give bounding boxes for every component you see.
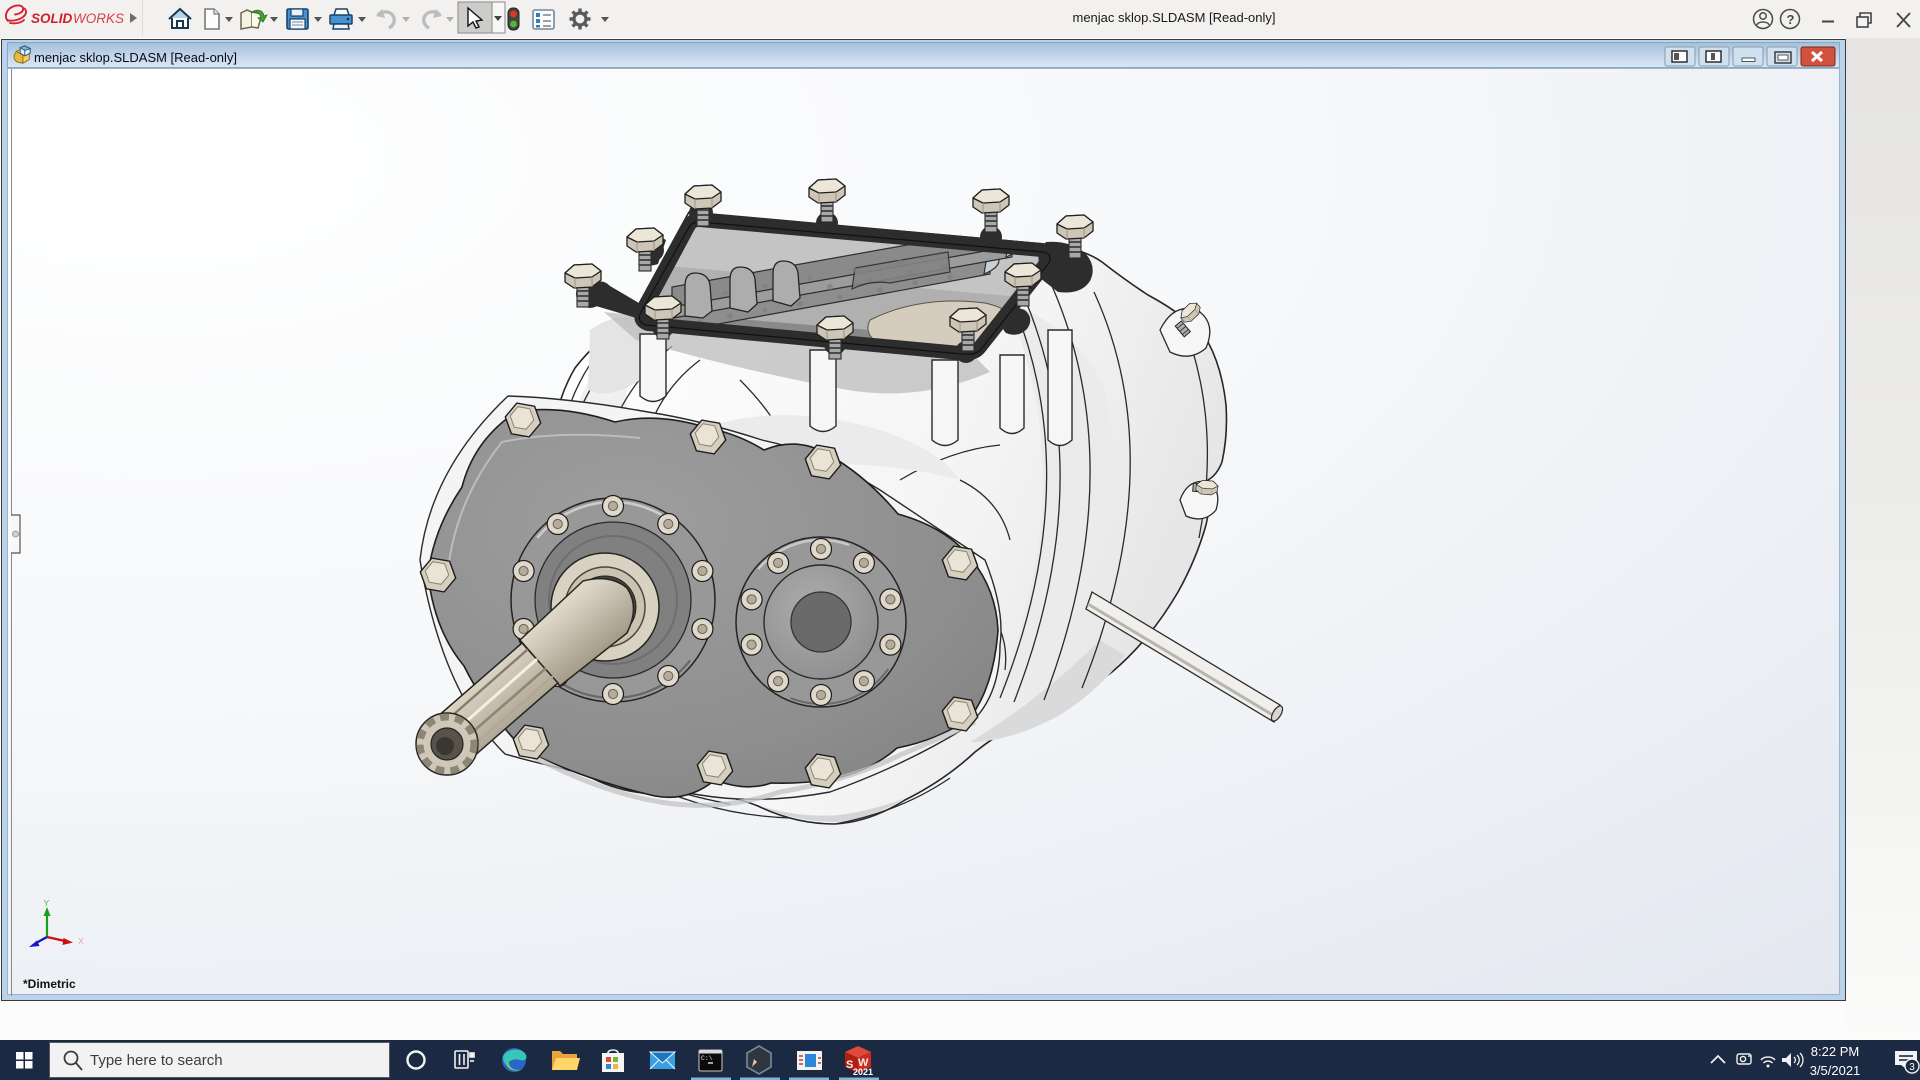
svg-text:C:\: C:\ [701,1055,713,1062]
svg-text:?: ? [1787,12,1795,27]
svg-text:X: X [78,936,84,946]
svg-text:SOLID: SOLID [31,11,73,26]
svg-text:2021: 2021 [853,1067,873,1077]
svg-text:3/5/2021: 3/5/2021 [1810,1063,1861,1078]
svg-text:8:22 PM: 8:22 PM [1811,1044,1859,1059]
svg-text:3: 3 [1909,1062,1915,1073]
svg-text:WORKS: WORKS [73,11,124,26]
svg-text:Y: Y [44,899,50,908]
